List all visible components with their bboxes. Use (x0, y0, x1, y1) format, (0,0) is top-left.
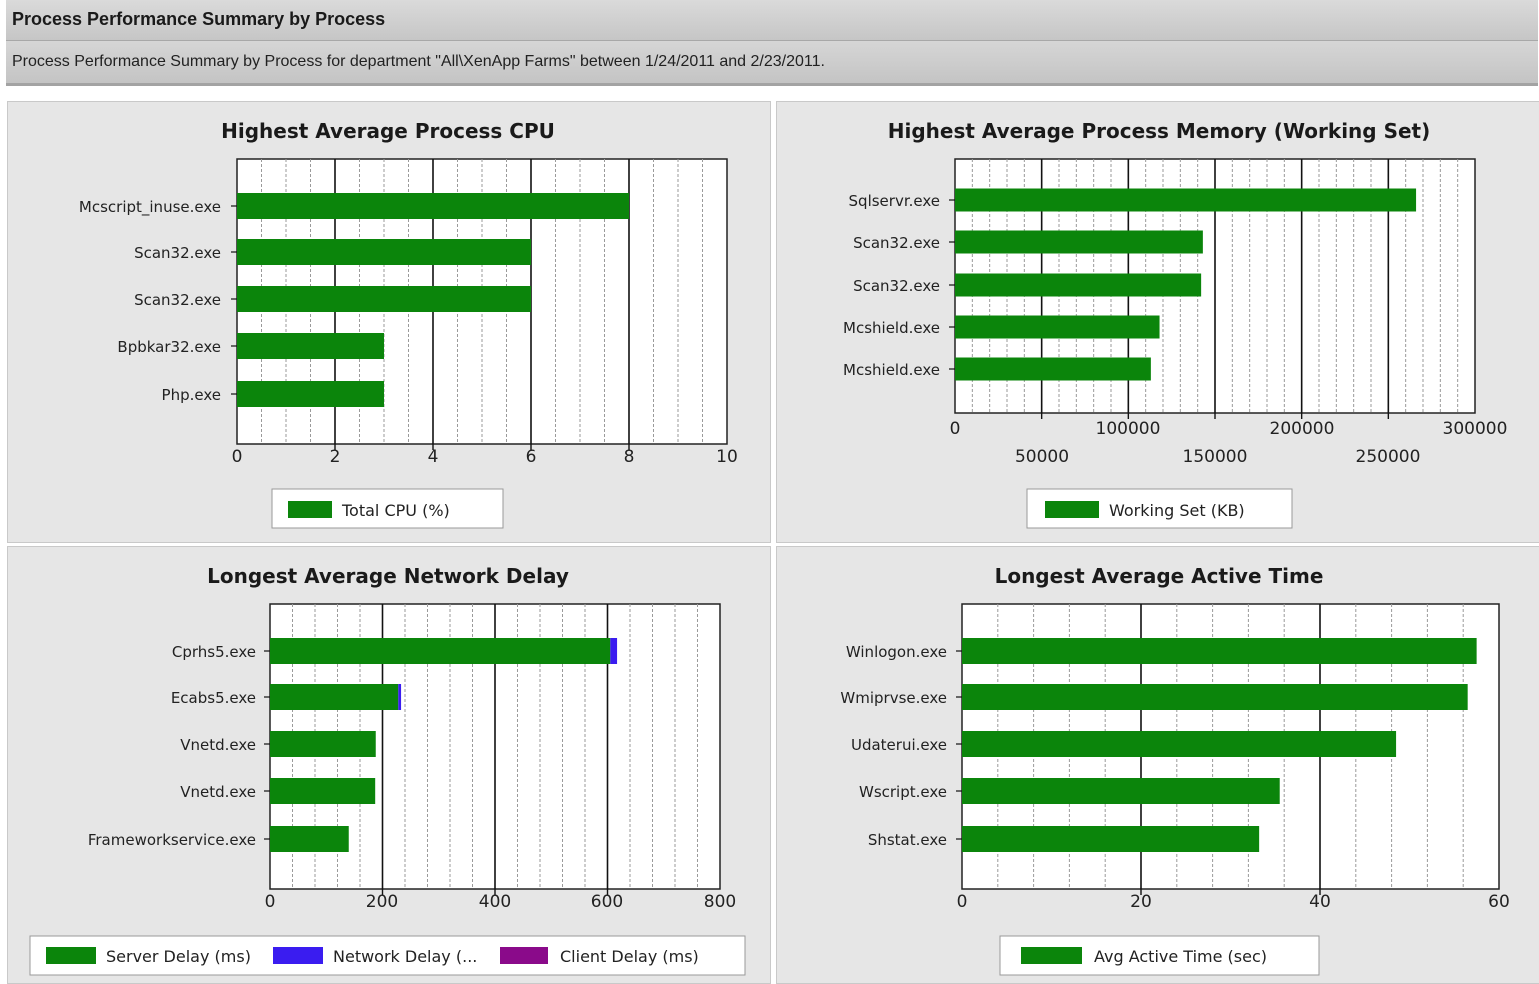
x-tick-label: 200000 (1270, 419, 1335, 439)
bar (270, 638, 611, 664)
x-tick-label: 60 (1488, 892, 1510, 912)
x-tick-label: 800 (704, 892, 736, 912)
category-label: Ecabs5.exe (171, 689, 256, 707)
bar (955, 188, 1417, 212)
active-time-chart-panel: Longest Average Active Time Winlogon.exe… (776, 546, 1539, 984)
x-tick-label: 0 (950, 419, 961, 439)
bar (962, 826, 1260, 852)
legend-label: Total CPU (%) (341, 501, 450, 520)
category-label: Mcshield.exe (843, 361, 940, 379)
legend-swatch (288, 501, 332, 518)
x-tick-label: 250000 (1356, 447, 1421, 467)
legend-label: Avg Active Time (sec) (1094, 947, 1267, 966)
x-tick-label: 10 (716, 447, 738, 467)
bar (398, 684, 402, 710)
category-label: Bpbkar32.exe (117, 338, 221, 356)
legend-label: Working Set (KB) (1109, 501, 1245, 520)
legend-label: Network Delay (... (333, 947, 477, 966)
x-tick-label: 50000 (1015, 447, 1069, 467)
x-tick-label: 0 (957, 892, 968, 912)
chart-title: Longest Average Network Delay (207, 564, 569, 588)
x-tick-label: 40 (1309, 892, 1331, 912)
legend-swatch (1021, 947, 1082, 964)
bar (962, 731, 1397, 757)
x-tick-label: 400 (479, 892, 511, 912)
bar (962, 778, 1280, 804)
bar (955, 273, 1202, 297)
chart-title: Longest Average Active Time (995, 564, 1324, 588)
x-tick-label: 100000 (1096, 419, 1161, 439)
category-label: Mcshield.exe (843, 319, 940, 337)
category-label: Scan32.exe (134, 291, 221, 309)
category-label: Wscript.exe (859, 783, 947, 801)
legend-swatch-server (46, 947, 96, 964)
x-tick-label: 4 (428, 447, 439, 467)
legend-swatch-network (273, 947, 323, 964)
category-label: Scan32.exe (853, 277, 940, 295)
bar (270, 731, 376, 757)
x-tick-label: 6 (526, 447, 537, 467)
category-label: Frameworkservice.exe (88, 831, 256, 849)
x-tick-label: 150000 (1183, 447, 1248, 467)
cpu-chart: Highest Average Process CPU Mcscript_inu… (79, 119, 738, 529)
bar (237, 193, 629, 219)
x-tick-label: 600 (591, 892, 623, 912)
chart-title: Highest Average Process Memory (Working … (888, 119, 1431, 143)
network-delay-chart-panel: Longest Average Network Delay Cprhs5.exe… (7, 546, 771, 984)
category-label: Udaterui.exe (851, 736, 947, 754)
x-tick-label: 0 (232, 447, 243, 467)
x-tick-label: 20 (1130, 892, 1152, 912)
legend-swatch-client (500, 947, 548, 964)
category-label: Php.exe (162, 386, 221, 404)
legend-swatch (1045, 501, 1099, 518)
x-tick-label: 8 (624, 447, 635, 467)
bar (955, 230, 1203, 254)
bar (270, 826, 349, 852)
bar (237, 381, 384, 407)
category-label: Winlogon.exe (846, 643, 947, 661)
category-label: Sqlservr.exe (849, 192, 940, 210)
report-subtitle: Process Performance Summary by Process f… (12, 53, 825, 70)
bar (955, 315, 1160, 339)
bar (962, 684, 1468, 710)
network-delay-chart: Longest Average Network Delay Cprhs5.exe… (29, 564, 746, 976)
category-label: Wmiprvse.exe (840, 689, 947, 707)
bar (955, 357, 1151, 381)
cpu-chart-panel: Highest Average Process CPU Mcscript_inu… (7, 101, 771, 543)
bar (237, 239, 531, 265)
legend-label: Client Delay (ms) (560, 947, 699, 966)
category-label: Scan32.exe (853, 234, 940, 252)
legend-label: Server Delay (ms) (106, 947, 251, 966)
memory-chart: Highest Average Process Memory (Working … (843, 119, 1508, 529)
category-label: Shstat.exe (868, 831, 947, 849)
report-subtitle-bar: Process Performance Summary by Process f… (6, 41, 1538, 86)
bar (237, 286, 531, 312)
x-tick-label: 200 (366, 892, 398, 912)
x-tick-label: 2 (330, 447, 341, 467)
category-label: Mcscript_inuse.exe (79, 198, 221, 217)
bar (610, 638, 618, 664)
active-time-chart: Longest Average Active Time Winlogon.exe… (840, 564, 1510, 976)
x-tick-label: 0 (265, 892, 276, 912)
memory-chart-panel: Highest Average Process Memory (Working … (776, 101, 1539, 543)
bar (270, 778, 376, 804)
report-title-bar: Process Performance Summary by Process (6, 0, 1538, 41)
x-tick-label: 300000 (1443, 419, 1508, 439)
report-title: Process Performance Summary by Process (12, 9, 386, 29)
bar (270, 684, 399, 710)
category-label: Vnetd.exe (180, 736, 256, 754)
chart-title: Highest Average Process CPU (221, 119, 555, 143)
category-label: Cprhs5.exe (172, 643, 256, 661)
category-label: Scan32.exe (134, 244, 221, 262)
category-label: Vnetd.exe (180, 783, 256, 801)
bar (237, 333, 384, 359)
bar (962, 638, 1477, 664)
